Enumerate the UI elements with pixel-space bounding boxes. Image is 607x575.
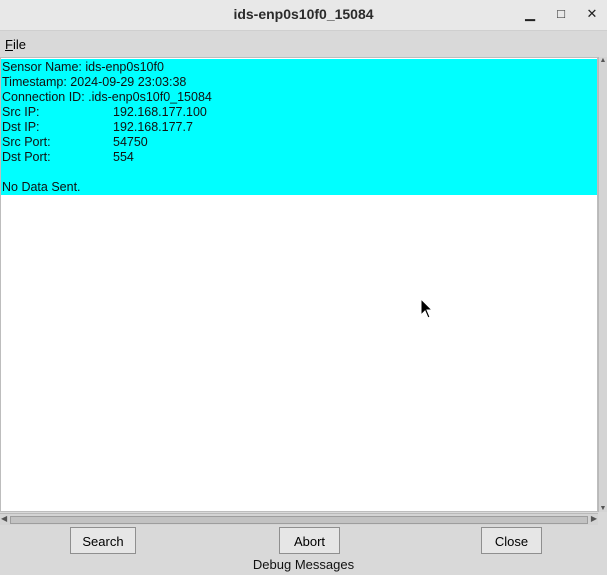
horizontal-scrollbar[interactable]: ◀ ▶	[0, 513, 598, 525]
window-title: ids-enp0s10f0_15084	[233, 6, 374, 22]
src-ip-value: 192.168.177.100	[113, 105, 207, 119]
src-port-value: 54750	[113, 135, 148, 149]
close-window-icon[interactable]: ✕	[582, 4, 602, 24]
connection-id-line: Connection ID: .ids-enp0s10f0_15084	[2, 90, 212, 104]
scroll-up-icon[interactable]: ▲	[599, 57, 607, 64]
maximize-icon[interactable]: □	[551, 4, 571, 24]
vertical-scrollbar[interactable]: ▲ ▼	[598, 57, 607, 512]
dst-ip-value: 192.168.177.7	[113, 120, 193, 134]
dst-ip-label: Dst IP:	[2, 120, 40, 134]
title-bar: ids-enp0s10f0_15084 ▁ □ ✕	[0, 0, 607, 31]
minimize-icon[interactable]: ▁	[520, 4, 540, 24]
mouse-cursor-icon	[420, 298, 434, 319]
menu-file-mnemonic: F	[5, 37, 13, 52]
search-button[interactable]: Search	[70, 527, 136, 554]
sensor-name-line: Sensor Name: ids-enp0s10f0	[2, 60, 164, 74]
src-ip-label: Src IP:	[2, 105, 40, 119]
status-label: Debug Messages	[252, 557, 355, 572]
scroll-down-icon[interactable]: ▼	[599, 505, 607, 512]
scroll-left-icon[interactable]: ◀	[1, 514, 7, 523]
scroll-right-icon[interactable]: ▶	[591, 514, 597, 523]
menu-file-label: ile	[12, 37, 26, 52]
menu-bar: File	[0, 31, 607, 57]
close-button[interactable]: Close	[481, 527, 542, 554]
menu-file[interactable]: File	[5, 37, 26, 52]
abort-button[interactable]: Abort	[279, 527, 340, 554]
src-port-label: Src Port:	[2, 135, 51, 149]
connection-details-text[interactable]: Sensor Name: ids-enp0s10f0 Timestamp: 20…	[0, 57, 598, 512]
no-data-message: No Data Sent.	[2, 180, 81, 194]
timestamp-line: Timestamp: 2024-09-29 23:03:38	[2, 75, 187, 89]
dst-port-label: Dst Port:	[2, 150, 51, 164]
dst-port-value: 554	[113, 150, 134, 164]
horizontal-scroll-thumb[interactable]	[10, 516, 588, 524]
